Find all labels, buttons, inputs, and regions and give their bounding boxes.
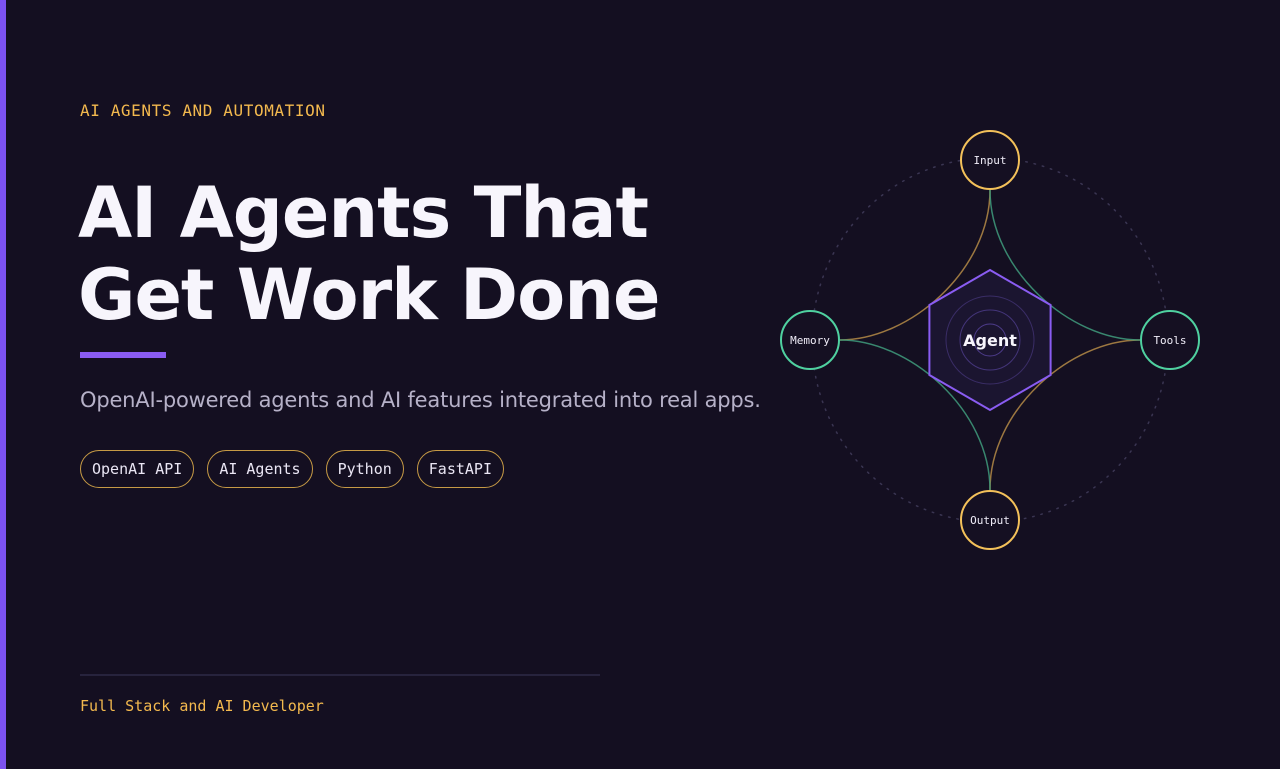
footer-role: Full Stack and AI Developer bbox=[80, 697, 324, 715]
agent-label: Agent bbox=[963, 331, 1017, 350]
tag-python: Python bbox=[325, 450, 404, 488]
node-output-label: Output bbox=[970, 514, 1010, 527]
node-input-label: Input bbox=[973, 154, 1006, 167]
headline-line-2: Get Work Done bbox=[78, 254, 661, 336]
agent-diagram: Agent Input Memory Tools Output bbox=[780, 130, 1200, 550]
tag-fastapi: FastAPI bbox=[416, 450, 504, 488]
left-accent-bar bbox=[0, 0, 6, 769]
tag-openai-api: OpenAI API bbox=[80, 450, 195, 488]
node-tools-label: Tools bbox=[1153, 334, 1186, 347]
headline-underline bbox=[80, 352, 166, 358]
tag-ai-agents: AI Agents bbox=[207, 450, 313, 488]
hero-subtitle: OpenAI-powered agents and AI features in… bbox=[80, 388, 761, 412]
tech-tags: OpenAI API AI Agents Python FastAPI bbox=[80, 450, 504, 488]
hero-headline: AI Agents That Get Work Done bbox=[78, 172, 661, 336]
headline-line-1: AI Agents That bbox=[78, 172, 649, 254]
hero-eyebrow: AI AGENTS AND AUTOMATION bbox=[80, 101, 326, 120]
node-memory-label: Memory bbox=[790, 334, 830, 347]
footer-divider bbox=[80, 674, 600, 676]
